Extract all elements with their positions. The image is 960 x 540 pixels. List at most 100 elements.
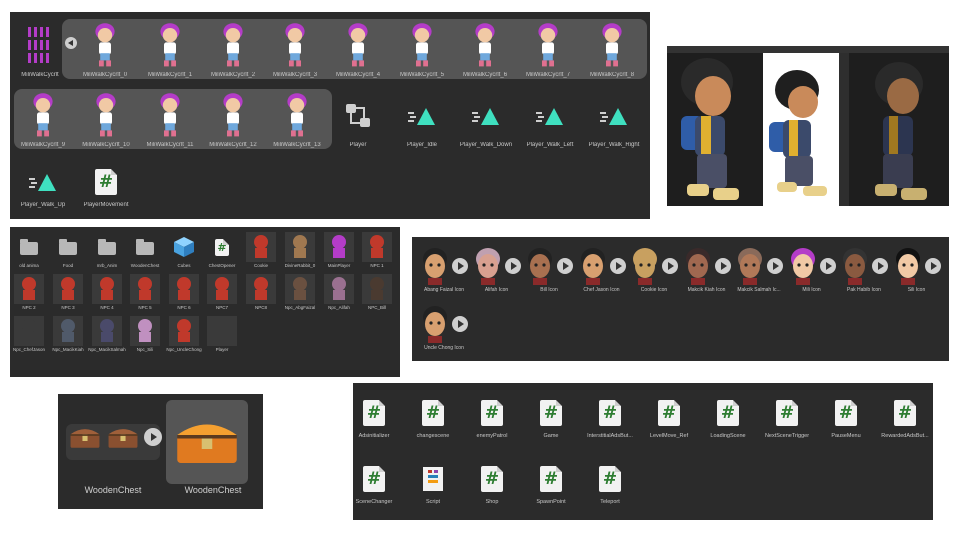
asset-item-alifah-icon[interactable]: Alifah Icon (471, 245, 523, 293)
asset-item-npc-5[interactable]: NPC 5 (127, 273, 163, 310)
asset-item-woodenchest[interactable]: WoodenChest (127, 231, 163, 268)
asset-item-pausemenu[interactable]: # PauseMenu (818, 393, 874, 439)
wooden-chest-prefab-thumb[interactable] (172, 414, 242, 472)
asset-item-rewardedadsbut[interactable]: # RewardedAdsBut... (877, 393, 933, 439)
asset-item-miliwalkcycrlt-8[interactable]: MiliWalkCycrlt_8 (584, 20, 640, 78)
asset-item-game[interactable]: # Game (523, 393, 579, 439)
cube-prefab-thumb (166, 231, 202, 263)
asset-item-makcik-salmah-ic[interactable]: Makcik Salmah Ic... (733, 245, 785, 293)
asset-item-sili-icon[interactable]: Sili Icon (891, 245, 943, 293)
asset-item-npc-3[interactable]: NPC 3 (50, 273, 86, 310)
asset-label: MiliWalkCycrlt_12 (209, 142, 257, 148)
asset-label: MiliWalkCycrlt_10 (82, 142, 130, 148)
asset-item-player-walk-left[interactable]: Player_Walk_Left (520, 90, 580, 148)
asset-item-npc-sili[interactable]: Npc_Sili (127, 315, 163, 352)
asset-item-npc-macikkiah[interactable]: Npc_MacikKiah (50, 315, 86, 352)
asset-item-cookie[interactable]: Cookie (243, 231, 279, 268)
asset-item-script[interactable]: Script (405, 459, 461, 505)
asset-item-scenechanger[interactable]: # SceneChanger (353, 459, 402, 505)
animator-controller-thumb (328, 90, 388, 142)
asset-item-cookie-icon[interactable]: Cookie Icon (628, 245, 680, 293)
play-icon[interactable] (924, 258, 941, 274)
asset-item-npc-unclechong[interactable]: Npc_UncleChong (166, 315, 202, 352)
asset-item-mili-icon[interactable]: Mili Icon (786, 245, 838, 293)
asset-item-npc8[interactable]: NPC8 (243, 273, 279, 310)
asset-item-miliwalkcycrlt-6[interactable]: MiliWalkCycrlt_6 (457, 20, 513, 78)
asset-item-npc-chefjason[interactable]: Npc_ChefJason (11, 315, 47, 352)
play-icon[interactable] (452, 316, 468, 332)
asset-item-loadingscene[interactable]: # LoadingScene (700, 393, 756, 439)
mili-sprite (348, 23, 368, 67)
asset-item-adsinitializer[interactable]: # Adsinitializer (353, 393, 402, 439)
asset-item-chestopener[interactable]: # ChestOpener (204, 231, 240, 268)
asset-item-playermovement[interactable]: # PlayerMovement (76, 162, 136, 208)
asset-item-miliwalkcycrlt[interactable]: MiliWalkCycrlt (12, 20, 68, 78)
play-icon[interactable] (714, 258, 731, 274)
play-icon[interactable] (609, 258, 626, 274)
asset-item-pak-habib-icon[interactable]: Pak Habib Icon (838, 245, 890, 293)
play-icon[interactable] (452, 258, 468, 274)
asset-item-miliwalkcycrlt-3[interactable]: MiliWalkCycrlt_3 (267, 20, 323, 78)
asset-item-spawnpoint[interactable]: # SpawnPoint (523, 459, 579, 505)
asset-item-abang-faizal-icon[interactable]: Abang Faizal Icon (418, 245, 470, 293)
asset-item-food[interactable]: Food (50, 231, 86, 268)
asset-item-player[interactable]: Player (204, 315, 240, 352)
play-icon[interactable] (504, 258, 521, 274)
asset-item-npc-1[interactable]: NPC 1 (359, 231, 395, 268)
play-icon[interactable] (872, 258, 888, 274)
asset-item-miliwalkcycrlt-4[interactable]: MiliWalkCycrlt_4 (330, 20, 386, 78)
asset-item-interstitialadsbut[interactable]: # InterstitialAdsBut... (582, 393, 638, 439)
mili-sprite (412, 23, 432, 67)
asset-item-player-walk-down[interactable]: Player_Walk_Down (456, 90, 516, 148)
npc-prefab-icon (246, 232, 276, 262)
asset-item-player-idle[interactable]: Player_Idle (392, 90, 452, 148)
asset-item-miliwalkcycrlt-1[interactable]: MiliWalkCycrlt_1 (142, 20, 198, 78)
asset-item-npc-abgfaizal[interactable]: Npc_AbgFaizal (282, 273, 318, 310)
asset-item-npc-6[interactable]: NPC 6 (166, 273, 202, 310)
asset-item-miliwalkcycrlt-9[interactable]: MiliWalkCycrlt_9 (13, 90, 73, 148)
asset-item-player-walk-right[interactable]: Player_Walk_Right (584, 90, 644, 148)
asset-item-npc-bill[interactable]: NPC_Bill (359, 273, 395, 310)
asset-item-miliwalkcycrlt-0[interactable]: MiliWalkCycrlt_0 (77, 20, 133, 78)
asset-item-npc7[interactable]: NPC7 (204, 273, 240, 310)
asset-item-uncle-chong-icon[interactable]: Uncle Chong Icon (418, 303, 470, 351)
asset-item-npc-alifah[interactable]: Npc_Alifah (321, 273, 357, 310)
asset-item-teleport[interactable]: # Teleport (582, 459, 638, 505)
asset-item-player[interactable]: Player (328, 90, 388, 148)
asset-item-npc-2[interactable]: NPC 2 (11, 273, 47, 310)
asset-item-shop[interactable]: # Shop (464, 459, 520, 505)
hash-script-icon: # (717, 400, 739, 426)
asset-item-bill-icon[interactable]: Bill Icon (523, 245, 575, 293)
asset-item-player-walk-up[interactable]: Player_Walk_Up (13, 162, 73, 208)
asset-item-miliwalkcycrlt-11[interactable]: MiliWalkCycrlt_11 (140, 90, 200, 148)
asset-item-miliwalkcycrlt-13[interactable]: MiliWalkCycrlt_13 (267, 90, 327, 148)
asset-item-mainplayer[interactable]: MainPlayer (321, 231, 357, 268)
asset-item-divinerabbit-0[interactable]: DivineRabbit_0 (282, 231, 318, 268)
asset-item-miliwalkcycrlt-10[interactable]: MiliWalkCycrlt_10 (76, 90, 136, 148)
play-icon[interactable] (767, 258, 783, 274)
asset-item-levelmove-ref[interactable]: # LevelMove_Ref (641, 393, 697, 439)
asset-item-enemypatrol[interactable]: # enemyPatrol (464, 393, 520, 439)
archive-icon (423, 467, 443, 491)
play-icon[interactable] (819, 258, 836, 274)
asset-item-mrb-anim[interactable]: mrb_Anim (89, 231, 125, 268)
asset-item-nextscenetrigger[interactable]: # NextSceneTrigger (759, 393, 815, 439)
play-icon[interactable] (662, 258, 678, 274)
asset-item-miliwalkcycrlt-12[interactable]: MiliWalkCycrlt_12 (203, 90, 263, 148)
mili-sprite (287, 93, 307, 137)
wooden-chest-sheet-thumb[interactable] (68, 424, 162, 450)
asset-item-miliwalkcycrlt-2[interactable]: MiliWalkCycrlt_2 (205, 20, 261, 78)
asset-item-changescene[interactable]: # changescene (405, 393, 461, 439)
asset-item-old-anima[interactable]: old anima (11, 231, 47, 268)
animator-controller-icon (346, 104, 370, 127)
character-face-icon (475, 248, 500, 285)
play-icon[interactable] (557, 258, 573, 274)
asset-item-cubes[interactable]: Cubes (166, 231, 202, 268)
play-icon[interactable] (144, 427, 162, 446)
asset-item-npc-4[interactable]: NPC 4 (89, 273, 125, 310)
asset-item-miliwalkcycrlt-5[interactable]: MiliWalkCycrlt_5 (394, 20, 450, 78)
asset-item-chef-jason-icon[interactable]: Chef Jason Icon (576, 245, 628, 293)
asset-item-npc-maciksalmah[interactable]: Npc_MacikSalmah (88, 315, 126, 352)
asset-item-miliwalkcycrlt-7[interactable]: MiliWalkCycrlt_7 (520, 20, 576, 78)
asset-item-makcik-kiah-icon[interactable]: Makcik Kiah Icon (681, 245, 733, 293)
